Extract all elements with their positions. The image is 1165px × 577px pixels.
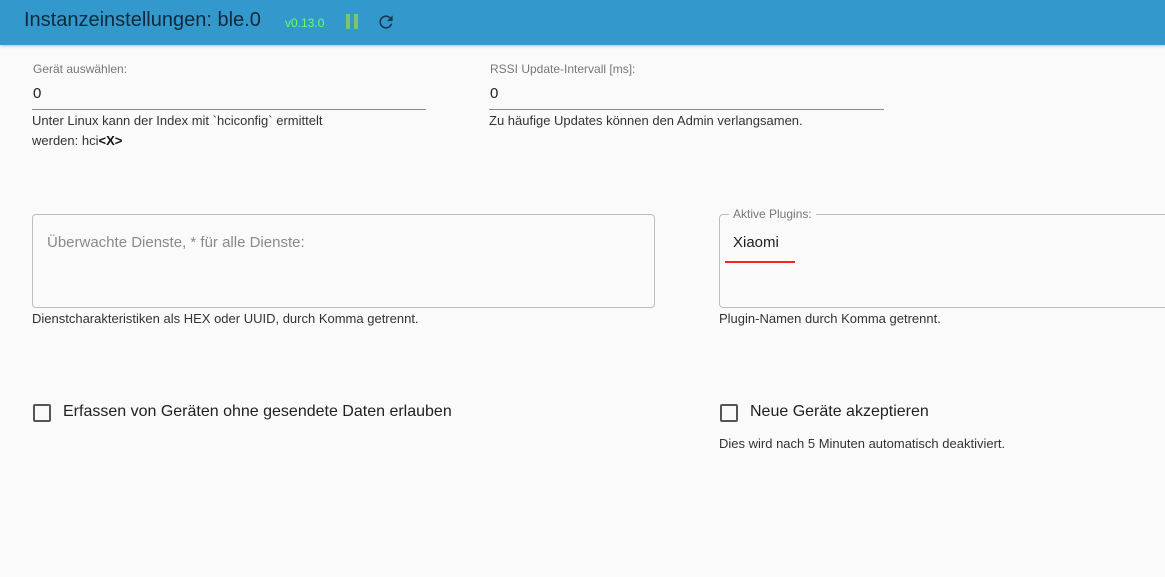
plugins-label: Aktive Plugins: (729, 207, 816, 221)
device-select-help-line1: Unter Linux kann der Index mit `hciconfi… (32, 113, 323, 128)
device-select-underline (32, 109, 426, 110)
services-textarea[interactable]: Überwachte Dienste, * für alle Dienste: (32, 214, 655, 308)
plugins-help: Plugin-Namen durch Komma getrennt. (719, 311, 941, 326)
rssi-interval-underline (489, 109, 884, 110)
accept-new-help: Dies wird nach 5 Minuten automatisch dea… (719, 436, 1006, 451)
device-select-input[interactable]: 0 (33, 85, 41, 102)
device-select-help-placeholder: <X> (98, 133, 123, 148)
plugins-value: Xiaomi (733, 234, 779, 251)
spellcheck-underline (725, 261, 795, 263)
accept-new-label[interactable]: Neue Geräte akzeptieren (750, 403, 929, 421)
app-header: Instanzeinstellungen: ble.0 v0.13.0 (0, 0, 1165, 45)
allow-no-data-label[interactable]: Erfassen von Geräten ohne gesendete Date… (63, 403, 452, 421)
allow-no-data-checkbox[interactable] (33, 404, 51, 422)
plugins-textarea[interactable]: Xiaomi (719, 214, 1165, 308)
rssi-interval-label: RSSI Update-Intervall [ms]: (490, 62, 636, 76)
version-badge: v0.13.0 (285, 16, 325, 30)
accept-new-checkbox[interactable] (720, 404, 738, 422)
rssi-interval-input[interactable]: 0 (490, 85, 498, 102)
pause-icon[interactable] (346, 14, 358, 29)
services-placeholder: Überwachte Dienste, * für alle Dienste: (47, 234, 305, 251)
device-select-label: Gerät auswählen: (33, 62, 128, 76)
refresh-icon[interactable] (376, 12, 396, 32)
page-title: Instanzeinstellungen: ble.0 (24, 9, 261, 31)
rssi-interval-help: Zu häufige Updates können den Admin verl… (489, 113, 803, 128)
device-select-help: Unter Linux kann der Index mit `hciconfi… (32, 111, 412, 151)
services-help: Dienstcharakteristiken als HEX oder UUID… (32, 311, 419, 326)
device-select-help-line2: werden: hci (32, 133, 99, 148)
